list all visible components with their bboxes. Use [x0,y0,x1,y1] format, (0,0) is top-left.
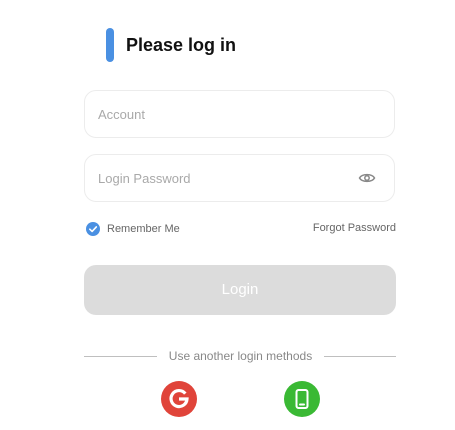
alternate-login-label: Use another login methods [168,349,313,363]
account-input[interactable] [98,91,348,137]
remember-me-label: Remember Me [107,223,180,235]
page-title: Please log in [126,35,237,55]
remember-me-checkbox[interactable]: Remember Me [86,221,180,237]
password-input[interactable] [98,155,348,201]
login-button[interactable]: Login [84,265,396,315]
password-field[interactable] [84,154,395,202]
title-accent-bar [106,28,114,62]
divider-left [84,356,157,357]
checkmark-icon [86,222,100,236]
divider-right [324,356,396,357]
eye-icon[interactable] [358,170,376,186]
account-field[interactable] [84,90,395,138]
phone-login-button[interactable] [284,381,320,417]
forgot-password-link[interactable]: Forgot Password [313,222,396,234]
google-login-button[interactable] [161,381,197,417]
